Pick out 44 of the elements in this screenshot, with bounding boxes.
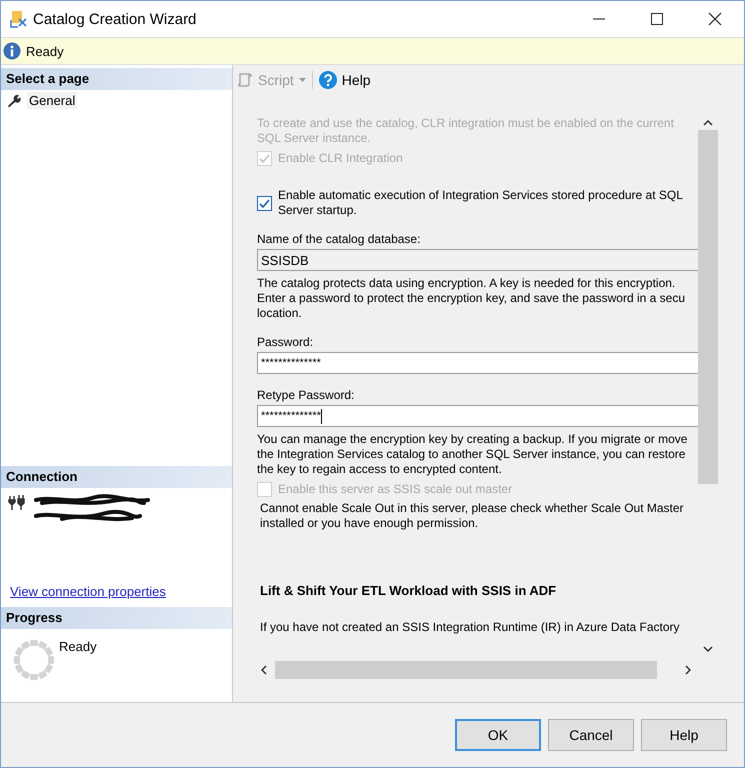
scroll-left-icon[interactable] [261, 665, 267, 675]
progress-status: Ready [59, 639, 97, 654]
dialog-button[interactable]: Help [641, 719, 727, 751]
paragraph-text: You can manage the encryption key by creating a backup. If you migrate or move the Integration Services catalog to another SQL Server instance, you can restore the key to regain access to encrypted content. [257, 432, 688, 477]
dialog-button[interactable]: OK [455, 719, 541, 751]
connection-properties-link[interactable]: View connection properties [10, 584, 232, 599]
wrench-icon [7, 94, 21, 108]
script-icon [237, 72, 253, 88]
status-text: Ready [26, 44, 64, 58]
section-header: Connection [1, 466, 232, 488]
scroll-right-icon[interactable] [685, 665, 691, 675]
password-field[interactable]: ************** [257, 352, 698, 374]
close-icon[interactable] [708, 12, 722, 26]
checkbox-label: Enable automatic execution of Integration Services stored procedure at SQL Server startup. [278, 188, 683, 218]
section-header: Progress [1, 607, 232, 629]
field-label: Password: [257, 335, 314, 350]
section-header: Select a page [1, 68, 232, 90]
page-item[interactable]: General [27, 92, 78, 109]
section-heading: Lift & Shift Your ETL Workload with SSIS in ADF [259, 583, 558, 598]
paragraph-text: The catalog protects data using encryption. A key is needed for this encryption. Enter a password to protect the encryption key, and save the password in a secu location. [257, 276, 686, 321]
checkbox-label: Enable this server as SSIS scale out master [278, 482, 512, 497]
scroll-down-icon[interactable] [703, 646, 713, 652]
maximize-icon[interactable] [650, 12, 664, 26]
caret-icon [298, 78, 306, 82]
paragraph-text: If you have not created an SSIS Integration Runtime (IR) in Azure Data Factory [259, 620, 681, 635]
info-icon [3, 42, 21, 60]
help-icon [318, 71, 337, 89]
scroll-thumb[interactable] [275, 661, 657, 679]
window-title: Catalog Creation Wizard [33, 10, 196, 28]
database-name-field[interactable]: SSISDB [257, 249, 698, 271]
plug-icon [8, 494, 26, 510]
dialog-button[interactable]: Cancel [548, 719, 634, 751]
field-label: Name of the catalog database: [257, 232, 422, 247]
wizard-icon [9, 10, 27, 28]
password-field[interactable]: ************** [257, 405, 698, 427]
note-text: To create and use the catalog, CLR integration must be enabled on the current SQL Server instance. [257, 116, 675, 146]
checkbox[interactable] [257, 196, 272, 210]
scroll-thumb[interactable] [698, 130, 718, 484]
field-label: Retype Password: [257, 388, 356, 403]
note-text: Cannot enable Scale Out in this server, please check whether Scale Out Master installed or you have enough permission. [259, 501, 685, 531]
help-button[interactable]: Help [318, 71, 371, 89]
scroll-up-icon[interactable] [703, 120, 713, 126]
checkbox-label: Enable CLR Integration [278, 151, 403, 166]
spinner-icon [13, 639, 55, 681]
